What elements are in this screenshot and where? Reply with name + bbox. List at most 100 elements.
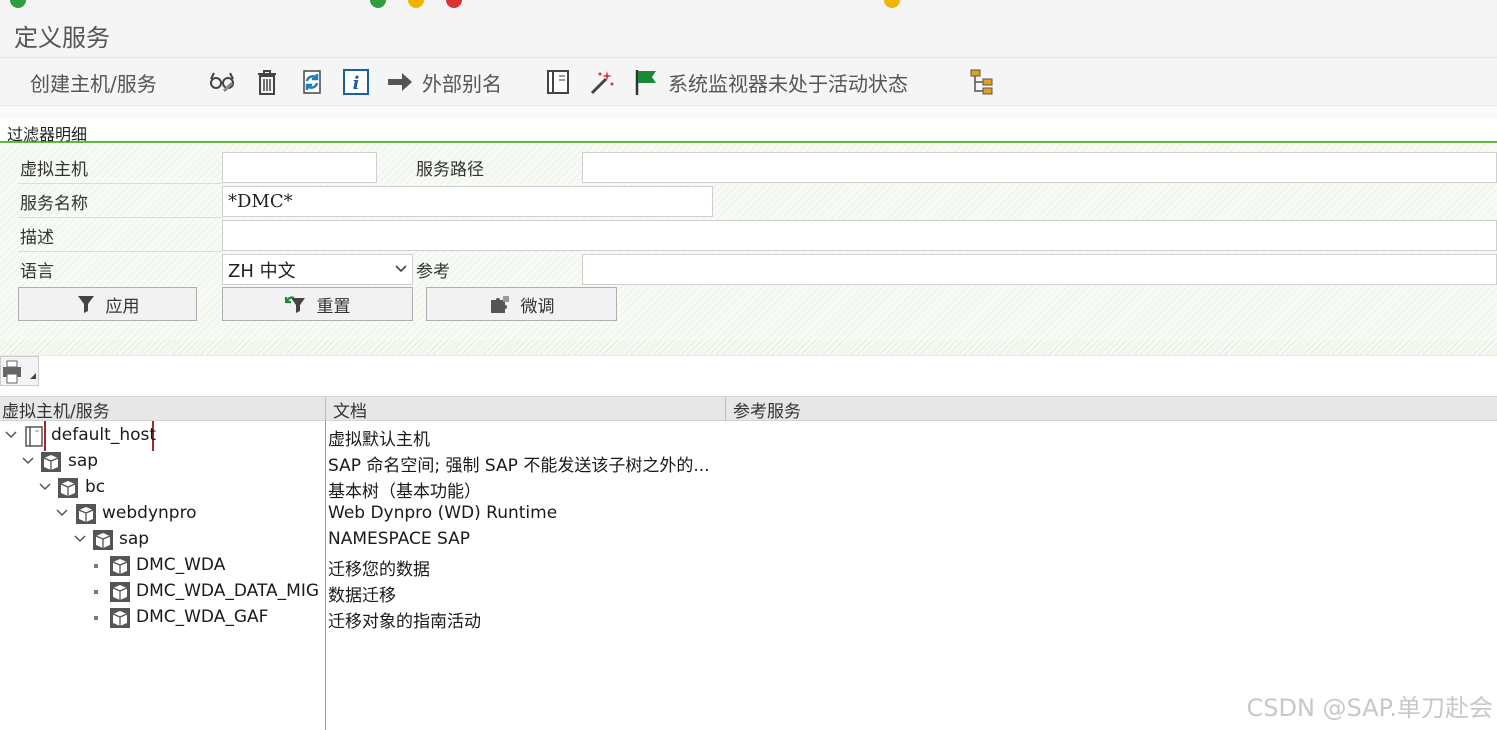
host-document-icon: [25, 426, 43, 447]
delete-trash-icon[interactable]: [251, 66, 283, 98]
create-host-service-button[interactable]: 创建主机/服务: [30, 66, 157, 98]
language-select[interactable]: ZH 中文: [222, 254, 413, 285]
filter-panel: 虚拟主机 服务路径 服务名称 *DMC* 描述 语言 ZH 中文 参考 应用 重…: [0, 144, 1497, 356]
application-toolbar: 创建主机/服务 i 外部别名 系统监视器未处于活动状态: [0, 58, 1497, 106]
fine-tune-label: 微调: [520, 296, 555, 317]
tree-row-bc[interactable]: bc 基本树（基本功能）: [0, 475, 1497, 502]
documentation-book-icon[interactable]: [542, 66, 574, 98]
tree-node-name[interactable]: bc: [85, 477, 105, 497]
tree-node-name[interactable]: DMC_WDA_GAF: [136, 607, 268, 627]
service-package-icon: [93, 530, 113, 550]
chevron-down-icon[interactable]: [5, 429, 17, 441]
print-dropdown-button[interactable]: [0, 356, 39, 386]
leaf-bullet-icon: [94, 590, 98, 594]
filter-section-header[interactable]: 过滤器明细: [0, 119, 1497, 144]
reset-filter-icon: [284, 296, 305, 313]
title-bar: 定义服务: [0, 12, 1497, 58]
service-package-icon: [76, 504, 96, 524]
watermark: CSDN @SAP.单刀赴会: [1246, 694, 1493, 722]
column-separator[interactable]: [325, 397, 326, 421]
description-label: 描述: [20, 227, 54, 248]
tree-row-dmc-wda-data-mig[interactable]: DMC_WDA_DATA_MIG 数据迁移: [0, 579, 1497, 606]
tree-node-name[interactable]: DMC_WDA_DATA_MIG: [136, 581, 319, 601]
svg-text:i: i: [353, 73, 360, 94]
filter-section-title: 过滤器明细: [7, 125, 88, 144]
chevron-down-icon[interactable]: [22, 455, 34, 467]
reset-button[interactable]: 重置: [222, 287, 413, 321]
tree-row-sap[interactable]: sap SAP 命名空间; 强制 SAP 不能发送该子树之外的...: [0, 449, 1497, 476]
tree-node-name[interactable]: webdynpro: [102, 503, 197, 523]
tree-node-doc: 迁移对象的指南活动: [328, 612, 481, 632]
language-label: 语言: [20, 261, 54, 282]
tree-node-name[interactable]: sap: [119, 529, 149, 549]
printer-icon: [3, 360, 36, 384]
leaf-bullet-icon: [94, 616, 98, 620]
service-name-input[interactable]: *DMC*: [222, 186, 713, 217]
arrow-right-icon: [388, 73, 412, 91]
service-path-input[interactable]: [582, 152, 1497, 183]
puzzle-icon: [490, 296, 509, 313]
row-divider: [18, 217, 222, 218]
language-select-value: ZH 中文: [228, 260, 296, 282]
exit-icon[interactable]: [408, 0, 424, 8]
tree-row-dmc-wda[interactable]: DMC_WDA 迁移您的数据: [0, 553, 1497, 580]
tree-node-name[interactable]: default_host: [51, 425, 156, 445]
col-header-reference[interactable]: 参考服务: [733, 397, 801, 422]
page-title: 定义服务: [14, 24, 110, 52]
service-package-icon: [110, 556, 130, 576]
tree-node-doc: 数据迁移: [328, 586, 396, 606]
tree-node-doc: Web Dynpro (WD) Runtime: [328, 503, 558, 523]
service-package-icon: [110, 608, 130, 628]
info-icon[interactable]: i: [340, 66, 372, 98]
tree-node-name[interactable]: DMC_WDA: [136, 555, 225, 575]
filter-funnel-icon: [77, 296, 94, 313]
external-alias-button[interactable]: 外部别名: [386, 66, 502, 98]
tree-node-name[interactable]: sap: [68, 451, 98, 471]
external-alias-label: 外部别名: [422, 71, 502, 96]
system-monitor-toggle[interactable]: 系统监视器未处于活动状态: [632, 66, 908, 98]
column-separator[interactable]: [725, 397, 726, 421]
tree-grid-header: 虚拟主机/服务 文档 参考服务: [0, 396, 1497, 422]
help-icon[interactable]: [884, 0, 900, 8]
tree-node-doc: 虚拟默认主机: [328, 430, 430, 450]
tree-node-doc: NAMESPACE SAP: [328, 529, 471, 549]
green-flag-icon: [635, 70, 656, 95]
chevron-down-icon[interactable]: [56, 507, 68, 519]
col-header-service[interactable]: 虚拟主机/服务: [2, 397, 110, 422]
tree-node-doc: 基本树（基本功能）: [328, 482, 481, 502]
leaf-bullet-icon: [94, 564, 98, 568]
service-package-icon: [41, 452, 61, 472]
back-icon[interactable]: [370, 0, 386, 8]
tree-row-webdynpro[interactable]: webdynpro Web Dynpro (WD) Runtime: [0, 501, 1497, 527]
system-monitor-label: 系统监视器未处于活动状态: [668, 71, 908, 96]
service-name-label: 服务名称: [20, 193, 88, 214]
service-package-icon: [110, 582, 130, 602]
chevron-down-icon[interactable]: [39, 481, 51, 493]
hierarchy-tree-icon[interactable]: [966, 66, 998, 98]
cancel-icon[interactable]: [446, 0, 462, 8]
service-package-icon: [58, 478, 78, 498]
tree-row-dmc-wda-gaf[interactable]: DMC_WDA_GAF 迁移对象的指南活动: [0, 605, 1497, 632]
col-header-document[interactable]: 文档: [333, 397, 367, 422]
fine-tune-button[interactable]: 微调: [426, 287, 617, 321]
create-host-service-label: 创建主机/服务: [30, 71, 157, 96]
magic-wand-icon[interactable]: [586, 66, 618, 98]
virtual-host-input[interactable]: [222, 152, 377, 183]
filter-panel-footer: [0, 340, 1497, 356]
apply-button[interactable]: 应用: [18, 287, 197, 321]
apply-label: 应用: [105, 296, 140, 317]
chevron-down-icon[interactable]: [74, 533, 86, 545]
status-green-icon[interactable]: [10, 0, 26, 8]
reset-label: 重置: [316, 296, 351, 317]
display-glasses-icon[interactable]: [206, 66, 238, 98]
tree-node-doc: 迁移您的数据: [328, 560, 430, 580]
chevron-down-icon: [395, 265, 407, 273]
description-input[interactable]: [222, 220, 1497, 251]
refresh-sync-icon[interactable]: [296, 66, 328, 98]
tree-row-default-host[interactable]: default_host 虚拟默认主机: [0, 421, 1497, 451]
reference-input[interactable]: [582, 254, 1497, 285]
toolbar-spacer: [0, 106, 1497, 119]
system-toolbar-strip: [0, 0, 1497, 12]
row-divider: [18, 251, 222, 252]
tree-row-sap-namespace[interactable]: sap NAMESPACE SAP: [0, 527, 1497, 553]
